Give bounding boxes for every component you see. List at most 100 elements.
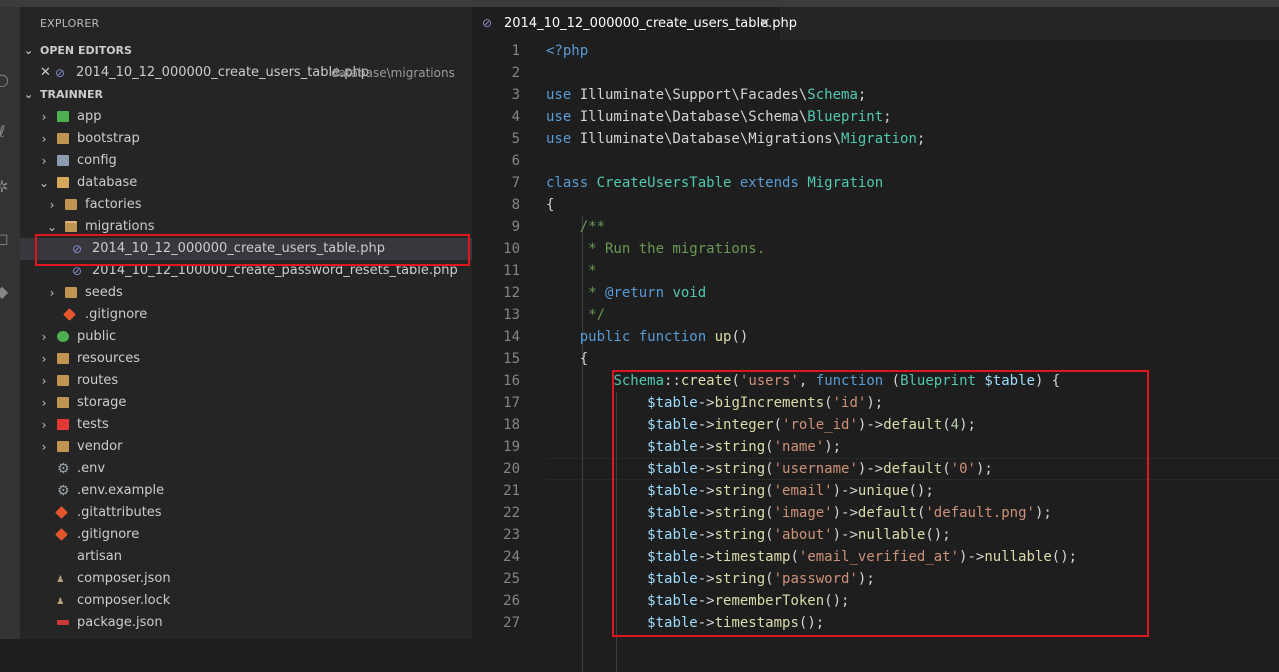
- tree-item[interactable]: › routes: [20, 370, 472, 392]
- git-icon: [63, 308, 76, 321]
- folder-icon: [65, 287, 77, 298]
- tree-item[interactable]: ⌄ database: [20, 172, 472, 194]
- code-text: <?php: [546, 40, 588, 62]
- tree-item[interactable]: › factories: [20, 194, 472, 216]
- tree-item[interactable]: ♟ composer.json: [20, 568, 472, 590]
- folder-icon: [57, 441, 69, 452]
- open-editor-item[interactable]: ✕ ⊘ 2014_10_12_000000_create_users_table…: [20, 62, 472, 84]
- debug-icon[interactable]: ✲: [0, 177, 12, 197]
- tree-item[interactable]: › config: [20, 150, 472, 172]
- tree-item[interactable]: › resources: [20, 348, 472, 370]
- chevron-right-icon[interactable]: ›: [46, 194, 58, 216]
- folder-icon: [57, 397, 69, 408]
- chevron-right-icon[interactable]: ›: [38, 348, 50, 370]
- project-header[interactable]: ⌄ TRAINNER: [20, 84, 472, 106]
- tree-item[interactable]: artisan: [20, 546, 472, 568]
- chevron-right-icon[interactable]: ›: [38, 106, 50, 128]
- tab-users-table[interactable]: ⊘ 2014_10_12_000000_create_users_table.p…: [472, 7, 797, 40]
- code-token: /**: [579, 219, 606, 235]
- code-token: Illuminate\Support\Facades\: [579, 87, 808, 103]
- tab-bar: ⊘ 2014_10_12_000000_create_users_table.p…: [472, 7, 1279, 40]
- chevron-right-icon[interactable]: ›: [38, 436, 50, 458]
- chevron-right-icon[interactable]: ›: [38, 128, 50, 150]
- line-number: 16: [503, 373, 520, 389]
- line-number: 21: [503, 483, 520, 499]
- close-icon[interactable]: ✕: [40, 62, 51, 84]
- chevron-right-icon[interactable]: ›: [38, 414, 50, 436]
- folder-icon: [57, 133, 69, 144]
- tree-item[interactable]: ⚙ .env: [20, 458, 472, 480]
- chevron-down-icon: ⌄: [24, 88, 34, 101]
- code-text: /**: [546, 216, 605, 238]
- tree-item[interactable]: .gitignore: [20, 524, 472, 546]
- docker-icon[interactable]: ◆: [0, 282, 12, 302]
- tree-item[interactable]: › bootstrap: [20, 128, 472, 150]
- tree-item[interactable]: .gitattributes: [20, 502, 472, 524]
- chevron-right-icon[interactable]: ›: [38, 392, 50, 414]
- tree-item[interactable]: ⚙ .env.example: [20, 480, 472, 502]
- code-token: */: [579, 307, 606, 323]
- php-icon: ⊘: [482, 16, 493, 30]
- tree-item[interactable]: › storage: [20, 392, 472, 414]
- chevron-right-icon[interactable]: ›: [38, 150, 50, 172]
- composer-icon: ♟: [57, 572, 64, 585]
- code-line: 8{: [472, 194, 1279, 216]
- code-token: class: [546, 175, 597, 191]
- tree-item[interactable]: package.json: [20, 612, 472, 634]
- tree-item-label: storage: [77, 395, 127, 410]
- line-number: 23: [503, 527, 520, 543]
- extensions-icon[interactable]: ◻: [0, 229, 12, 249]
- highlight-box-code: [612, 370, 1149, 637]
- line-number: 15: [503, 351, 520, 367]
- code-line: 3 use Illuminate\Support\Facades\Schema;: [472, 84, 1279, 106]
- open-editors-header[interactable]: ⌄ OPEN EDITORS: [20, 40, 472, 62]
- line-number: 12: [503, 285, 520, 301]
- close-icon[interactable]: ×: [759, 7, 771, 40]
- chevron-right-icon[interactable]: ›: [46, 282, 58, 304]
- tree-item[interactable]: › tests: [20, 414, 472, 436]
- tree-item-label: .gitignore: [85, 307, 148, 322]
- tab-label: 2014_10_12_000000_create_users_table.php: [504, 16, 797, 31]
- file-icon: [57, 551, 69, 562]
- tree-item-label: bootstrap: [77, 131, 140, 146]
- code-line: 7 class CreateUsersTable extends Migratio…: [472, 172, 1279, 194]
- tree-item[interactable]: ♟ composer.lock: [20, 590, 472, 612]
- tree-item[interactable]: › app: [20, 106, 472, 128]
- tree-item[interactable]: .gitignore: [20, 304, 472, 326]
- chevron-down-icon[interactable]: ⌄: [38, 172, 50, 194]
- source-control-icon[interactable]: ℓ: [0, 122, 12, 142]
- chevron-right-icon[interactable]: ›: [38, 370, 50, 392]
- code-token: Illuminate\Database\Migrations\: [579, 131, 842, 147]
- code-line: 11 *: [472, 260, 1279, 282]
- tree-item-label: seeds: [85, 285, 123, 300]
- chevron-right-icon[interactable]: ›: [38, 326, 50, 348]
- code-line: 12 * @return void: [472, 282, 1279, 304]
- line-number: 18: [503, 417, 520, 433]
- code-token: * Run the migrations.: [579, 241, 766, 257]
- code-token: use: [546, 109, 580, 125]
- code-token: Migration: [841, 131, 917, 147]
- tree-item[interactable]: › public: [20, 326, 472, 348]
- line-number: 19: [503, 439, 520, 455]
- tree-item-label: config: [77, 153, 117, 168]
- tree-item-label: database: [77, 175, 138, 190]
- tree-item[interactable]: › vendor: [20, 436, 472, 458]
- code-token: use: [546, 87, 580, 103]
- tree-item[interactable]: › seeds: [20, 282, 472, 304]
- code-token: use: [546, 131, 580, 147]
- tree-item-label: .gitignore: [77, 527, 140, 542]
- code-line: 1 <?php: [472, 40, 1279, 62]
- folder-icon: [65, 199, 77, 210]
- code-token: *: [579, 263, 597, 279]
- explorer-sidebar: EXPLORER ⌄ OPEN EDITORS ✕ ⊘ 2014_10_12_0…: [20, 7, 472, 639]
- code-token: *: [579, 285, 606, 301]
- search-icon[interactable]: ○: [0, 70, 12, 90]
- code-text: public function up(): [546, 326, 749, 348]
- git-icon: [55, 506, 68, 519]
- gear-icon: ⚙: [57, 461, 70, 477]
